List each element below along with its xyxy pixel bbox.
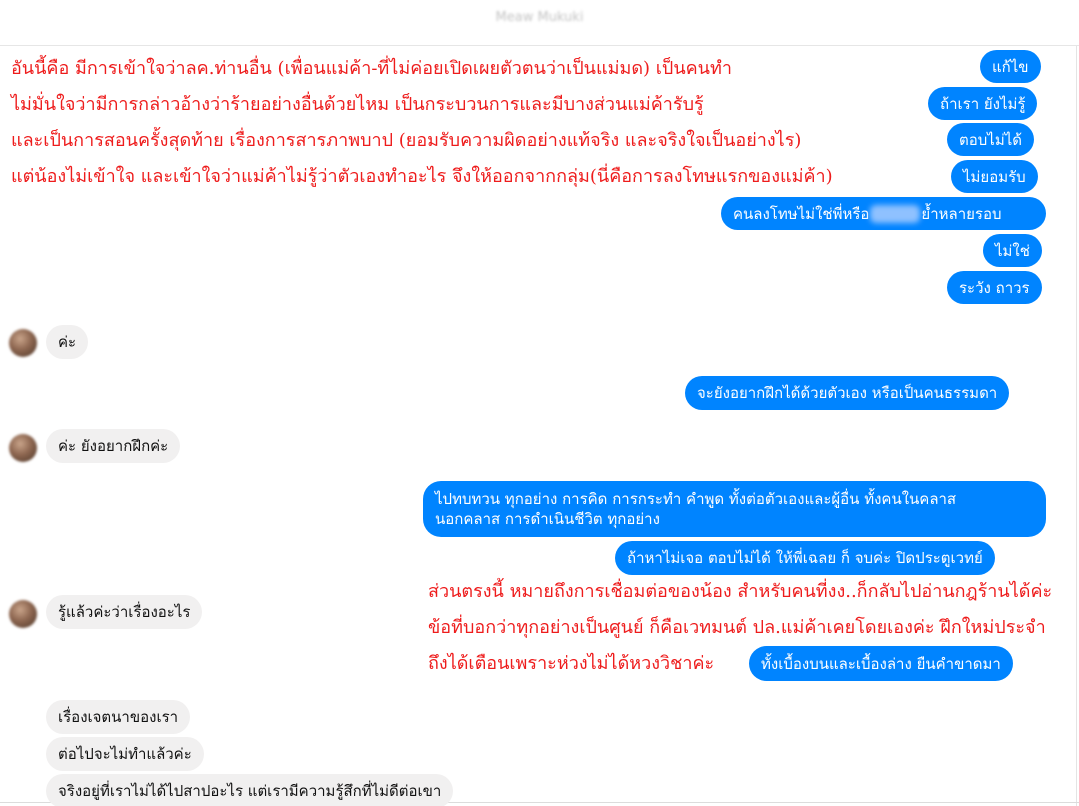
annotation-line: ส่วนตรงนี้ หมายถึงการเชื่อมต่อของน้อง สำ… [428, 581, 1053, 602]
contact-avatar[interactable] [9, 329, 37, 357]
message-bubble-outgoing[interactable]: ไปทบทวน ทุกอย่าง การคิด การกระทำ คำพูด ท… [423, 481, 1046, 537]
contact-avatar[interactable] [9, 600, 37, 628]
message-bubble-outgoing[interactable]: ไม่ยอมรับ [951, 160, 1038, 193]
message-text-line: นอกคลาส การดำเนินชีวิต ทุกอย่าง [435, 510, 660, 528]
message-text: คนลงโทษไม่ใช่พี่หรือ [733, 204, 870, 223]
message-bubble-incoming[interactable]: เรื่องเจตนาของเรา [46, 700, 191, 734]
message-bubble-outgoing[interactable]: แก้ไข [980, 50, 1041, 83]
message-text-line: ไปทบทวน ทุกอย่าง การคิด การกระทำ คำพูด ท… [435, 490, 957, 508]
annotation-line: ถึงได้เตือนเพราะห่วงไม่ได้หวงวิชาค่ะ [428, 653, 715, 674]
message-bubble-outgoing[interactable]: คนลงโทษไม่ใช่พี่หรือ ย้ำหลายรอบ [721, 197, 1046, 230]
message-bubble-outgoing[interactable]: ตอบไม่ได้ [947, 123, 1034, 156]
message-text: ย้ำหลายรอบ [921, 204, 1002, 223]
message-bubble-incoming[interactable]: จริงอยู่ที่เราไม่ได้ไปสาปอะไร แต่เรามีคว… [46, 774, 454, 806]
contact-avatar[interactable] [9, 434, 37, 462]
contact-name[interactable]: Meaw Mukuki [0, 10, 1079, 25]
message-bubble-outgoing[interactable]: ไม่ใช่ [983, 234, 1042, 267]
annotation-line: และเป็นการสอนครั้งสุดท้าย เรื่องการสารภา… [11, 130, 802, 151]
message-bubble-outgoing[interactable]: ทั้งเบื้องบนและเบื้องล่าง ยืนคำขาดมา [749, 646, 1013, 681]
message-bubble-incoming[interactable]: ต่อไปจะไม่ทำแล้วค่ะ [46, 737, 204, 771]
message-bubble-outgoing[interactable]: ถ้าหาไม่เจอ ตอบไม่ได้ ให้พี่เฉลย ก็ จบค่… [615, 541, 995, 575]
message-bubble-incoming[interactable]: ค่ะ ยังอยากฝึกค่ะ [46, 429, 181, 463]
message-bubble-outgoing[interactable]: ระวัง ถาวร [947, 271, 1042, 304]
annotation-line: อันนี้คือ มีการเข้าใจว่าลค.ท่านอื่น (เพื… [11, 58, 732, 79]
redacted-name [870, 204, 921, 223]
annotation-line: แต่น้องไม่เข้าใจ และเข้าใจว่าแม่ค้าไม่รู… [11, 166, 833, 187]
message-bubble-incoming[interactable]: รู้แล้วค่ะว่าเรื่องอะไร [46, 595, 203, 629]
conversation-header: Meaw Mukuki [0, 0, 1079, 46]
message-bubble-incoming[interactable]: ค่ะ [46, 325, 89, 359]
message-bubble-outgoing[interactable]: จะยังอยากฝึกได้ด้วยตัวเอง หรือเป็นคนธรรม… [685, 376, 1010, 410]
scrollbar-track[interactable] [1076, 46, 1077, 806]
annotation-line: ข้อที่บอกว่าทุกอย่างเป็นศูนย์ ก็คือเวทมน… [428, 617, 1046, 638]
message-bubble-outgoing[interactable]: ถ้าเรา ยังไม่รู้ [928, 87, 1038, 120]
annotation-line: ไม่มั่นใจว่ามีการกล่าวอ้างว่าร้ายอย่างอื… [11, 94, 704, 115]
